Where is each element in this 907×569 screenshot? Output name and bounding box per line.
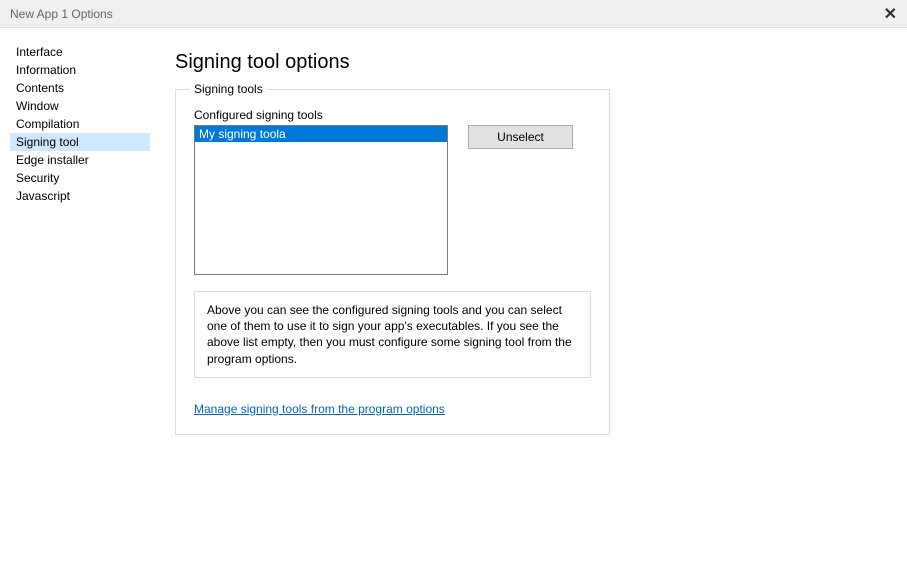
sidebar-item-security[interactable]: Security (10, 169, 150, 187)
titlebar: New App 1 Options ✕ (0, 0, 907, 28)
signing-tools-panel: Signing tools Configured signing tools M… (175, 89, 610, 435)
manage-signing-tools-link[interactable]: Manage signing tools from the program op… (194, 402, 445, 416)
unselect-button[interactable]: Unselect (468, 125, 573, 149)
tool-row: My signing toola Unselect (194, 125, 591, 275)
signing-tools-listbox[interactable]: My signing toola (194, 125, 448, 275)
description-box: Above you can see the configured signing… (194, 291, 591, 378)
main-panel: Signing tool options Signing tools Confi… (150, 43, 897, 559)
sidebar-item-javascript[interactable]: Javascript (10, 187, 150, 205)
window-title: New App 1 Options (10, 7, 113, 21)
sidebar-item-window[interactable]: Window (10, 97, 150, 115)
signing-tools-fieldset: Signing tools Configured signing tools M… (194, 90, 591, 416)
listbox-item[interactable]: My signing toola (195, 126, 447, 142)
configured-label: Configured signing tools (194, 108, 591, 122)
sidebar-item-contents[interactable]: Contents (10, 79, 150, 97)
sidebar-item-edge-installer[interactable]: Edge installer (10, 151, 150, 169)
sidebar-item-information[interactable]: Information (10, 61, 150, 79)
fieldset-legend: Signing tools (190, 82, 267, 96)
page-title: Signing tool options (175, 51, 877, 74)
sidebar-item-signing-tool[interactable]: Signing tool (10, 133, 150, 151)
close-icon[interactable]: ✕ (884, 4, 897, 24)
sidebar: Interface Information Contents Window Co… (10, 43, 150, 559)
content-wrap: Interface Information Contents Window Co… (0, 28, 907, 569)
sidebar-item-compilation[interactable]: Compilation (10, 115, 150, 133)
sidebar-item-interface[interactable]: Interface (10, 43, 150, 61)
